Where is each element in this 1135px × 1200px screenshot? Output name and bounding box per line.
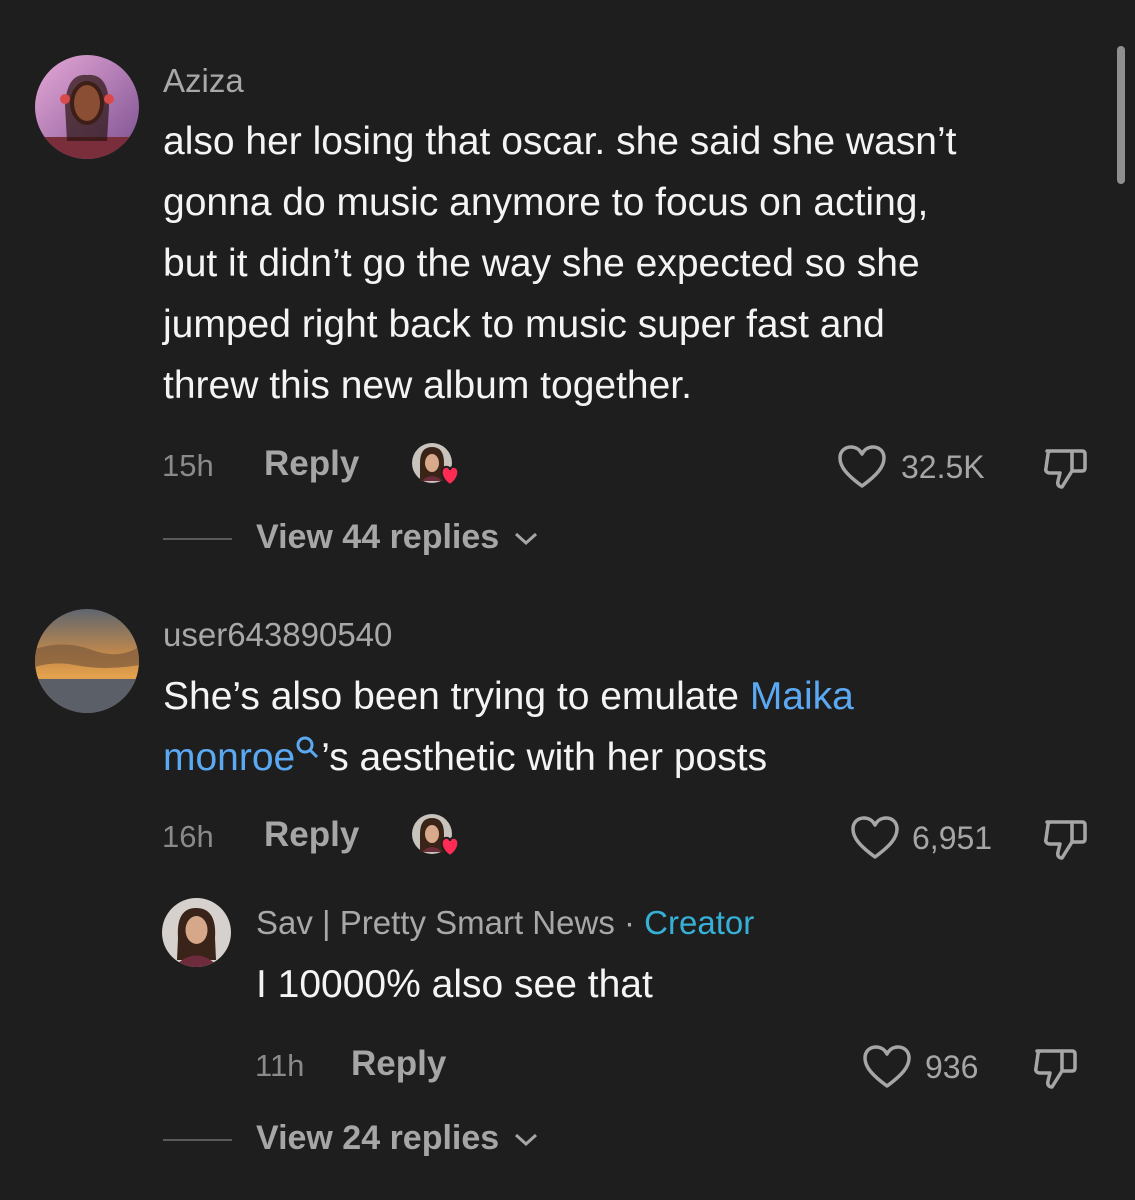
heart-outline-icon[interactable] (850, 815, 900, 861)
like-count: 32.5K (901, 449, 985, 485)
comment-text-line: jumped right back to music super fast an… (163, 303, 885, 346)
reply-username-row: Sav | Pretty Smart News · Creator (256, 904, 754, 942)
chevron-down-icon (514, 1133, 537, 1147)
thumbs-down-icon[interactable] (1042, 814, 1090, 862)
mention-link[interactable]: monroe (163, 736, 295, 779)
like-count: 6,951 (912, 820, 993, 856)
reply-button[interactable]: Reply (264, 444, 359, 484)
comment-text-line: gonna do music anymore to focus on actin… (163, 181, 929, 224)
view-replies-label: View 24 replies (256, 1119, 500, 1157)
creator-liked-avatar-icon (410, 812, 466, 862)
reply-username[interactable]: Sav | Pretty Smart News (256, 904, 615, 941)
comment-text-line: but it didn’t go the way she expected so… (163, 242, 920, 285)
thumbs-down-icon[interactable] (1042, 443, 1090, 491)
avatar[interactable] (35, 55, 139, 159)
comment-timestamp: 15h (162, 448, 214, 483)
avatar[interactable] (162, 898, 231, 967)
heart-outline-icon[interactable] (837, 444, 887, 490)
comment-text: also her losing that oscar. she said she… (163, 111, 1113, 416)
divider (163, 538, 232, 540)
comment-username[interactable]: Aziza (163, 62, 244, 100)
reply-button[interactable]: Reply (351, 1044, 446, 1084)
view-replies-label: View 44 replies (256, 518, 500, 556)
comment-text-line: threw this new album together. (163, 364, 692, 407)
reply-text: I 10000% also see that (256, 963, 653, 1006)
divider (163, 1139, 232, 1141)
separator-dot: · (624, 904, 635, 941)
creator-liked-avatar-icon (410, 441, 466, 491)
like-count: 936 (925, 1049, 979, 1085)
comment-text-segment: She’s also been trying to emulate (163, 675, 750, 718)
chevron-down-icon (514, 532, 537, 546)
reply-button[interactable]: Reply (264, 815, 359, 855)
comment-timestamp: 16h (162, 819, 214, 854)
comment-text-line: also her losing that oscar. she said she… (163, 120, 957, 163)
view-replies-button[interactable]: View 24 replies (256, 1119, 539, 1158)
comment-username[interactable]: user643890540 (163, 616, 392, 654)
comment-text: She’s also been trying to emulate Maika … (163, 666, 1113, 788)
avatar[interactable] (35, 609, 139, 713)
reply-timestamp: 11h (255, 1048, 305, 1083)
mention-link[interactable]: Maika (750, 675, 854, 718)
search-icon[interactable] (295, 735, 321, 761)
view-replies-button[interactable]: View 44 replies (256, 518, 539, 557)
thumbs-down-icon[interactable] (1032, 1043, 1080, 1091)
creator-badge: Creator (644, 904, 755, 941)
comment-text-segment: ’s aesthetic with her posts (321, 736, 768, 779)
heart-outline-icon[interactable] (862, 1044, 912, 1090)
scrollbar[interactable] (1117, 46, 1125, 184)
